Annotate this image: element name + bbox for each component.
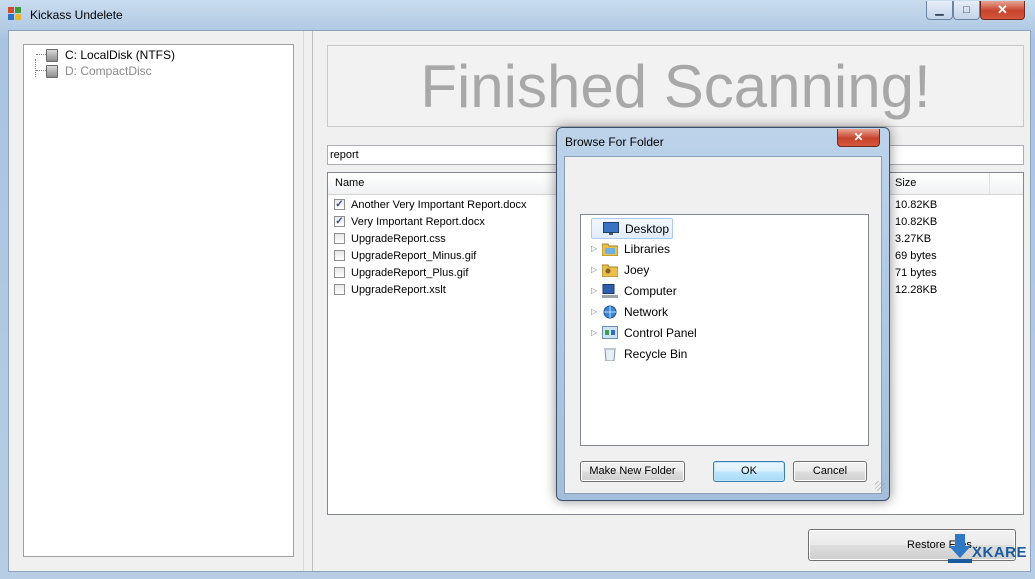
folder-item-network[interactable]: ▷ Network bbox=[591, 302, 668, 321]
file-name: Very Important Report.docx bbox=[351, 216, 485, 228]
download-arrow-icon bbox=[948, 534, 972, 563]
folder-tree[interactable]: Desktop ▷ Libraries ▷ Joey ▷ Computer ▷ Network ▷… bbox=[580, 214, 869, 446]
row-checkbox[interactable]: ✓ bbox=[334, 199, 345, 210]
row-checkbox[interactable] bbox=[334, 250, 345, 261]
folder-item-control-panel[interactable]: ▷ Control Panel bbox=[591, 323, 697, 342]
dialog-body: Desktop ▷ Libraries ▷ Joey ▷ Computer ▷ Network ▷… bbox=[564, 156, 885, 494]
tree-connector bbox=[36, 70, 46, 71]
drive-tree[interactable]: C: LocalDisk (NTFS) D: CompactDisc bbox=[23, 44, 294, 557]
column-separator[interactable] bbox=[989, 173, 990, 194]
folder-item-computer[interactable]: ▷ Computer bbox=[591, 281, 677, 300]
close-button[interactable]: ✕ bbox=[980, 1, 1025, 20]
column-header-name[interactable]: Name bbox=[335, 177, 364, 189]
recycle-bin-icon bbox=[602, 347, 618, 361]
folder-label: Control Panel bbox=[624, 325, 697, 340]
app-icon bbox=[8, 7, 22, 21]
file-name: UpgradeReport.xslt bbox=[351, 284, 446, 296]
drive-label: C: LocalDisk (NTFS) bbox=[65, 48, 176, 62]
row-checkbox[interactable]: ✓ bbox=[334, 216, 345, 227]
resize-grip[interactable] bbox=[875, 481, 885, 491]
file-size: 12.28KB bbox=[895, 284, 938, 296]
folder-label: Computer bbox=[624, 283, 677, 298]
hard-drive-icon bbox=[46, 48, 58, 62]
desktop-icon bbox=[603, 221, 619, 236]
expand-arrow-icon[interactable]: ▷ bbox=[591, 265, 601, 274]
libraries-icon bbox=[601, 242, 619, 256]
file-name: Another Very Important Report.docx bbox=[351, 199, 527, 211]
file-name: UpgradeReport_Plus.gif bbox=[351, 267, 469, 279]
folder-label: Network bbox=[624, 304, 669, 319]
user-folder-icon bbox=[601, 263, 619, 277]
folder-label: Desktop bbox=[625, 221, 670, 236]
expand-arrow-icon[interactable]: ▷ bbox=[591, 286, 601, 295]
ok-button[interactable]: OK bbox=[713, 461, 785, 482]
folder-item-joey[interactable]: ▷ Joey bbox=[591, 260, 649, 279]
disc-drive-icon bbox=[46, 64, 58, 78]
network-icon bbox=[602, 305, 618, 319]
tree-connector bbox=[36, 54, 46, 55]
folder-item-desktop[interactable]: Desktop bbox=[591, 218, 674, 239]
file-size: 10.82KB bbox=[895, 216, 938, 228]
file-name: UpgradeReport.css bbox=[351, 233, 446, 245]
title-bar[interactable]: Kickass Undelete ▁ □ ✕ bbox=[0, 0, 1035, 30]
row-checkbox[interactable] bbox=[334, 284, 345, 295]
drive-label: D: CompactDisc bbox=[65, 64, 152, 78]
column-header-size[interactable]: Size bbox=[895, 177, 916, 189]
expand-arrow-icon[interactable]: ▷ bbox=[591, 244, 601, 253]
expand-arrow-icon[interactable]: ▷ bbox=[591, 307, 601, 316]
dialog-close-button[interactable]: ✕ bbox=[837, 129, 880, 147]
splitter[interactable] bbox=[303, 31, 313, 571]
file-size: 71 bytes bbox=[895, 267, 937, 279]
minimize-button[interactable]: ▁ bbox=[926, 1, 953, 20]
control-panel-icon bbox=[602, 325, 618, 340]
tree-connector bbox=[35, 59, 36, 77]
window-title: Kickass Undelete bbox=[30, 8, 123, 22]
row-checkbox[interactable] bbox=[334, 267, 345, 278]
folder-label: Recycle Bin bbox=[624, 346, 688, 361]
dialog-title: Browse For Folder bbox=[565, 135, 664, 149]
row-checkbox[interactable] bbox=[334, 233, 345, 244]
file-size: 3.27KB bbox=[895, 233, 932, 245]
watermark-logo: XKARE bbox=[946, 532, 1028, 568]
maximize-button[interactable]: □ bbox=[953, 1, 980, 20]
status-banner: Finished Scanning! bbox=[327, 45, 1024, 127]
cancel-button[interactable]: Cancel bbox=[793, 461, 867, 482]
expand-arrow-icon[interactable]: ▷ bbox=[591, 328, 601, 337]
file-name: UpgradeReport_Minus.gif bbox=[351, 250, 477, 262]
folder-label: Libraries bbox=[624, 241, 671, 256]
computer-icon bbox=[602, 283, 618, 298]
watermark-text: XKARE bbox=[972, 544, 1028, 561]
file-size: 10.82KB bbox=[895, 199, 938, 211]
file-size: 69 bytes bbox=[895, 250, 937, 262]
folder-label: Joey bbox=[624, 262, 650, 277]
browse-for-folder-dialog: Browse For Folder ✕ Desktop ▷ Libraries ▷ Jo… bbox=[556, 127, 890, 501]
drive-item-d[interactable]: D: CompactDisc bbox=[46, 63, 152, 79]
folder-item-libraries[interactable]: ▷ Libraries bbox=[591, 239, 670, 258]
make-new-folder-button[interactable]: Make New Folder bbox=[580, 461, 685, 482]
folder-item-recycle-bin[interactable]: Recycle Bin bbox=[591, 344, 687, 363]
drive-item-c[interactable]: C: LocalDisk (NTFS) bbox=[46, 47, 175, 63]
